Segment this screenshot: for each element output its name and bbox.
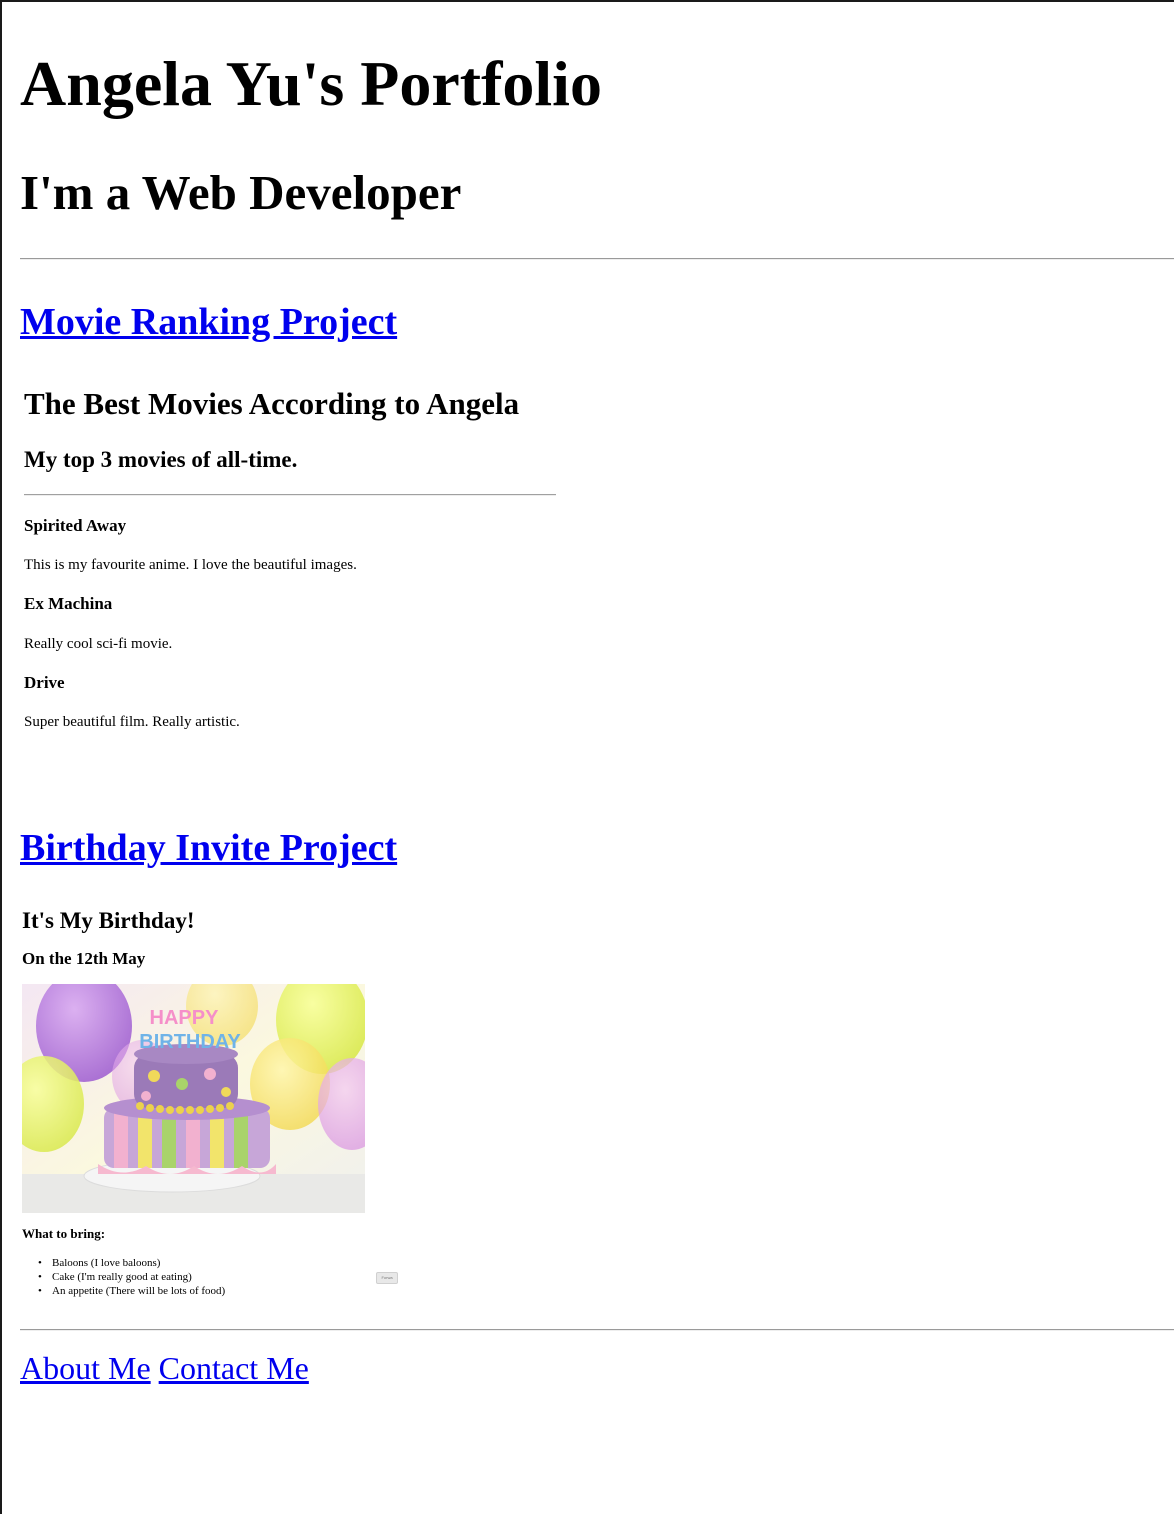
movie-ranking-frame: The Best Movies According to Angela My t…: [20, 372, 560, 772]
movie-description: Really cool sci-fi movie.: [24, 636, 173, 652]
movie-name: Ex Machina: [24, 594, 113, 613]
movie-name: Drive: [24, 673, 65, 692]
list-item: Baloons (I love baloons): [32, 1256, 225, 1270]
page-subtitle: I'm a Web Developer: [20, 165, 462, 220]
birthday-invite-frame: It's My Birthday! On the 12th May HAPPY …: [20, 902, 410, 1312]
birthday-title: It's My Birthday!: [22, 908, 195, 933]
list-item: An appetite (There will be lots of food): [32, 1284, 225, 1298]
forward-button[interactable]: Forwa: [376, 1272, 398, 1284]
bring-heading: What to bring:: [22, 1226, 106, 1241]
page-title: Angela Yu's Portfolio: [20, 48, 602, 119]
birthday-date: On the 12th May: [22, 949, 146, 968]
top-divider: [20, 258, 1174, 260]
bottom-divider: [20, 1329, 1174, 1331]
cake-text-happy: HAPPY: [150, 1007, 220, 1029]
birthday-cake-image: HAPPY BIRTHDAY: [22, 984, 365, 1213]
movie-divider: [24, 494, 556, 496]
about-me-link[interactable]: About Me: [20, 1350, 151, 1386]
movie-description: Super beautiful film. Really artistic.: [24, 714, 240, 730]
list-item: Cake (I'm really good at eating): [32, 1270, 225, 1284]
bring-list: Baloons (I love baloons) Cake (I'm reall…: [32, 1256, 225, 1298]
birthday-invite-project-link[interactable]: Birthday Invite Project: [20, 826, 397, 870]
movie-description: This is my favourite anime. I love the b…: [24, 557, 357, 573]
movie-page-subtitle: My top 3 movies of all-time.: [24, 447, 298, 472]
cake-text-birthday: BIRTHDAY: [139, 1031, 241, 1053]
movie-name: Spirited Away: [24, 516, 127, 535]
contact-me-link[interactable]: Contact Me: [159, 1350, 309, 1386]
footer-nav: About Me Contact Me: [20, 1348, 309, 1388]
movie-page-title: The Best Movies According to Angela: [24, 386, 520, 421]
movie-ranking-project-link[interactable]: Movie Ranking Project: [20, 300, 397, 344]
